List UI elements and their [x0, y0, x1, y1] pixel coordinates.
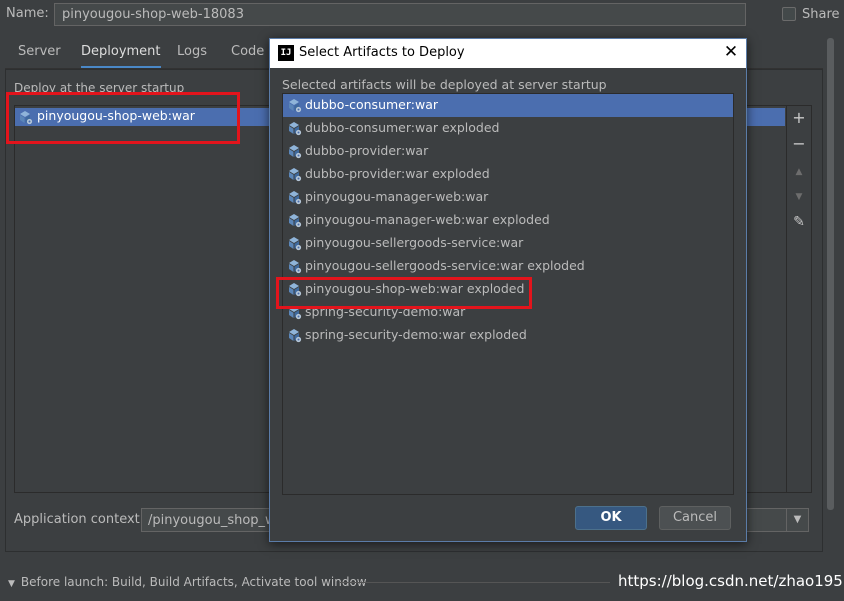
artifact-label: dubbo-provider:war: [305, 143, 429, 158]
before-launch-label: Before launch: Build, Build Artifacts, A…: [20, 575, 367, 589]
artifact-list-item[interactable]: pinyougou-sellergoods-service:war explod…: [283, 255, 733, 278]
divider: [340, 582, 610, 583]
tab-deployment[interactable]: Deployment: [81, 44, 161, 69]
triangle-down-icon: ▼: [8, 579, 15, 589]
cancel-button[interactable]: Cancel: [659, 506, 731, 530]
artifact-list-item[interactable]: pinyougou-manager-web:war exploded: [283, 209, 733, 232]
scrollbar[interactable]: [827, 38, 834, 510]
artifact-list-item[interactable]: dubbo-consumer:war: [283, 94, 733, 117]
war-artifact-icon: [287, 259, 302, 277]
remove-icon[interactable]: −: [790, 135, 808, 153]
edit-icon[interactable]: ✎: [790, 213, 808, 231]
war-artifact-icon: [287, 213, 302, 231]
artifact-list-item[interactable]: dubbo-provider:war: [283, 140, 733, 163]
highlight-box: [276, 277, 532, 309]
artifact-label: spring-security-demo:war exploded: [305, 327, 527, 342]
move-up-icon[interactable]: ▲: [790, 163, 808, 181]
move-down-icon[interactable]: ▼: [790, 188, 808, 206]
watermark: https://blog.csdn.net/zhao1955: [618, 572, 844, 590]
war-artifact-icon: [287, 98, 302, 116]
artifact-list-item[interactable]: dubbo-provider:war exploded: [283, 163, 733, 186]
artifact-label: dubbo-provider:war exploded: [305, 166, 490, 181]
war-artifact-icon: [287, 328, 302, 346]
tab-server[interactable]: Server: [18, 44, 61, 67]
war-artifact-icon: [287, 121, 302, 139]
highlight-box: [6, 92, 240, 144]
name-input[interactable]: [54, 3, 746, 26]
add-icon[interactable]: +: [790, 109, 808, 127]
artifact-list-item[interactable]: pinyougou-manager-web:war: [283, 186, 733, 209]
name-label: Name:: [6, 6, 49, 21]
share-checkbox[interactable]: [782, 7, 796, 21]
artifact-list-item[interactable]: spring-security-demo:war exploded: [283, 324, 733, 347]
artifact-list-item[interactable]: pinyougou-sellergoods-service:war: [283, 232, 733, 255]
artifact-label: pinyougou-manager-web:war: [305, 189, 489, 204]
app-context-label: Application context:: [14, 512, 145, 527]
dialog-title: Select Artifacts to Deploy: [299, 45, 465, 60]
artifact-list-item[interactable]: dubbo-consumer:war exploded: [283, 117, 733, 140]
artifact-label: dubbo-consumer:war exploded: [305, 120, 500, 135]
war-artifact-icon: [287, 236, 302, 254]
share-label[interactable]: Share: [802, 7, 840, 22]
artifact-label: pinyougou-manager-web:war exploded: [305, 212, 550, 227]
artifact-label: pinyougou-sellergoods-service:war explod…: [305, 258, 585, 273]
war-artifact-icon: [287, 144, 302, 162]
artifact-label: dubbo-consumer:war: [305, 97, 439, 112]
ok-button[interactable]: OK: [575, 506, 647, 530]
intellij-logo-icon: IJ: [278, 45, 294, 61]
war-artifact-icon: [287, 167, 302, 185]
war-artifact-icon: [287, 190, 302, 208]
before-launch-toggle[interactable]: ▼ Before launch: Build, Build Artifacts, …: [8, 575, 367, 589]
chevron-down-icon[interactable]: ▼: [786, 509, 808, 531]
dialog-caption: Selected artifacts will be deployed at s…: [282, 77, 607, 92]
close-icon[interactable]: ✕: [722, 41, 740, 63]
tab-logs[interactable]: Logs: [177, 44, 207, 67]
artifact-label: pinyougou-sellergoods-service:war: [305, 235, 524, 250]
